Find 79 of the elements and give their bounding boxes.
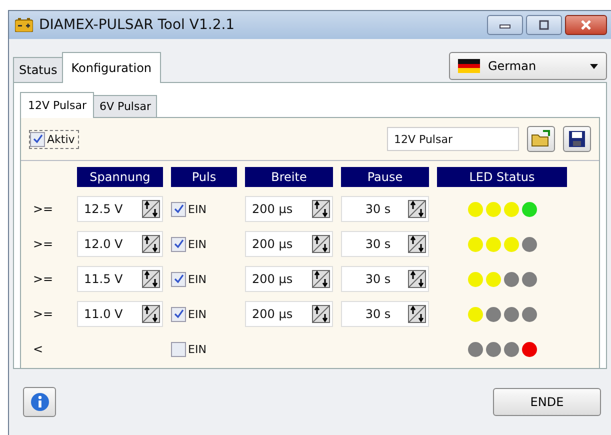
pulse-checkbox[interactable]: EIN xyxy=(171,236,237,252)
pause-value: 30 s xyxy=(364,307,392,321)
profile-name-field[interactable]: 12V Pulsar xyxy=(387,127,519,151)
open-button[interactable] xyxy=(527,126,555,152)
language-dropdown[interactable]: German xyxy=(449,52,607,80)
active-checkbox[interactable]: Aktiv xyxy=(29,130,79,148)
maximize-icon xyxy=(538,20,550,30)
pulse-checkbox[interactable]: EIN xyxy=(171,202,237,216)
width-value: 200 µs xyxy=(252,307,294,321)
spin-icon[interactable] xyxy=(408,305,426,323)
spin-icon[interactable] xyxy=(312,235,330,253)
pulse-checkbox[interactable]: EIN xyxy=(171,306,237,322)
width-value: 200 µs xyxy=(252,202,294,216)
pulse-checkbox[interactable]: EIN xyxy=(171,272,237,286)
info-button[interactable] xyxy=(23,387,56,417)
column-header: Puls xyxy=(171,167,237,187)
checkbox[interactable] xyxy=(171,342,186,356)
voltage-value: 11.5 V xyxy=(84,272,124,286)
minimize-button[interactable] xyxy=(487,15,523,35)
spin-icon[interactable] xyxy=(408,200,426,218)
checkbox[interactable] xyxy=(171,306,186,322)
spin-icon[interactable] xyxy=(142,305,160,323)
width-value: 200 µs xyxy=(252,272,294,286)
pause-spinner[interactable]: 30 s xyxy=(341,301,429,327)
battery-icon xyxy=(15,18,33,32)
pause-spinner[interactable]: 30 s xyxy=(341,196,429,222)
window-title: DIAMEX-PULSAR Tool V1.2.1 xyxy=(39,17,235,33)
pause-value: 30 s xyxy=(364,202,392,216)
voltage-spinner[interactable]: 11.0 V xyxy=(77,301,163,327)
folder-icon xyxy=(531,130,551,148)
tab[interactable]: 6V Pulsar xyxy=(93,95,157,117)
save-button[interactable] xyxy=(563,126,591,152)
operator-label: >= xyxy=(32,202,54,216)
tab[interactable]: 12V Pulsar xyxy=(20,92,94,118)
column-header: Breite xyxy=(245,167,333,187)
pulse-checkbox[interactable]: EIN xyxy=(171,342,237,356)
spin-icon[interactable] xyxy=(312,200,330,218)
voltage-value: 12.0 V xyxy=(84,237,124,251)
width-spinner[interactable]: 200 µs xyxy=(245,231,333,257)
width-spinner[interactable]: 200 µs xyxy=(245,266,333,292)
width-value: 200 µs xyxy=(252,237,294,251)
voltage-spinner[interactable]: 12.5 V xyxy=(77,196,163,222)
info-icon xyxy=(30,392,50,412)
column-header: Pause xyxy=(341,167,429,187)
caret-icon xyxy=(590,64,598,68)
checkbox[interactable] xyxy=(171,272,186,286)
close-button[interactable] xyxy=(565,15,607,35)
operator-label: < xyxy=(32,342,44,356)
flag-icon xyxy=(458,59,480,73)
spin-icon[interactable] xyxy=(312,270,330,288)
pause-spinner[interactable]: 30 s xyxy=(341,266,429,292)
close-icon xyxy=(579,20,593,30)
checkbox[interactable] xyxy=(171,202,186,216)
pause-spinner[interactable]: 30 s xyxy=(341,231,429,257)
maximize-button[interactable] xyxy=(526,15,562,35)
width-spinner[interactable]: 200 µs xyxy=(245,301,333,327)
voltage-value: 11.0 V xyxy=(84,307,124,321)
tab[interactable]: Status xyxy=(13,57,64,82)
width-spinner[interactable]: 200 µs xyxy=(245,196,333,222)
voltage-spinner[interactable]: 11.5 V xyxy=(77,266,163,292)
operator-label: >= xyxy=(32,272,54,286)
operator-label: >= xyxy=(32,237,54,251)
spin-icon[interactable] xyxy=(142,235,160,253)
pause-value: 30 s xyxy=(364,272,392,286)
operator-label: >= xyxy=(32,307,54,321)
checkbox[interactable] xyxy=(171,236,186,252)
spin-icon[interactable] xyxy=(408,270,426,288)
column-header: LED Status xyxy=(437,167,567,187)
pause-value: 30 s xyxy=(364,237,392,251)
spin-icon[interactable] xyxy=(408,235,426,253)
exit-button[interactable]: ENDE xyxy=(493,388,601,416)
spin-icon[interactable] xyxy=(142,270,160,288)
checkbox[interactable] xyxy=(30,132,45,146)
column-header: Spannung xyxy=(77,167,163,187)
voltage-spinner[interactable]: 12.0 V xyxy=(77,231,163,257)
voltage-value: 12.5 V xyxy=(84,202,124,216)
tab[interactable]: Konfiguration xyxy=(62,52,161,83)
spin-icon[interactable] xyxy=(142,200,160,218)
spin-icon[interactable] xyxy=(312,305,330,323)
